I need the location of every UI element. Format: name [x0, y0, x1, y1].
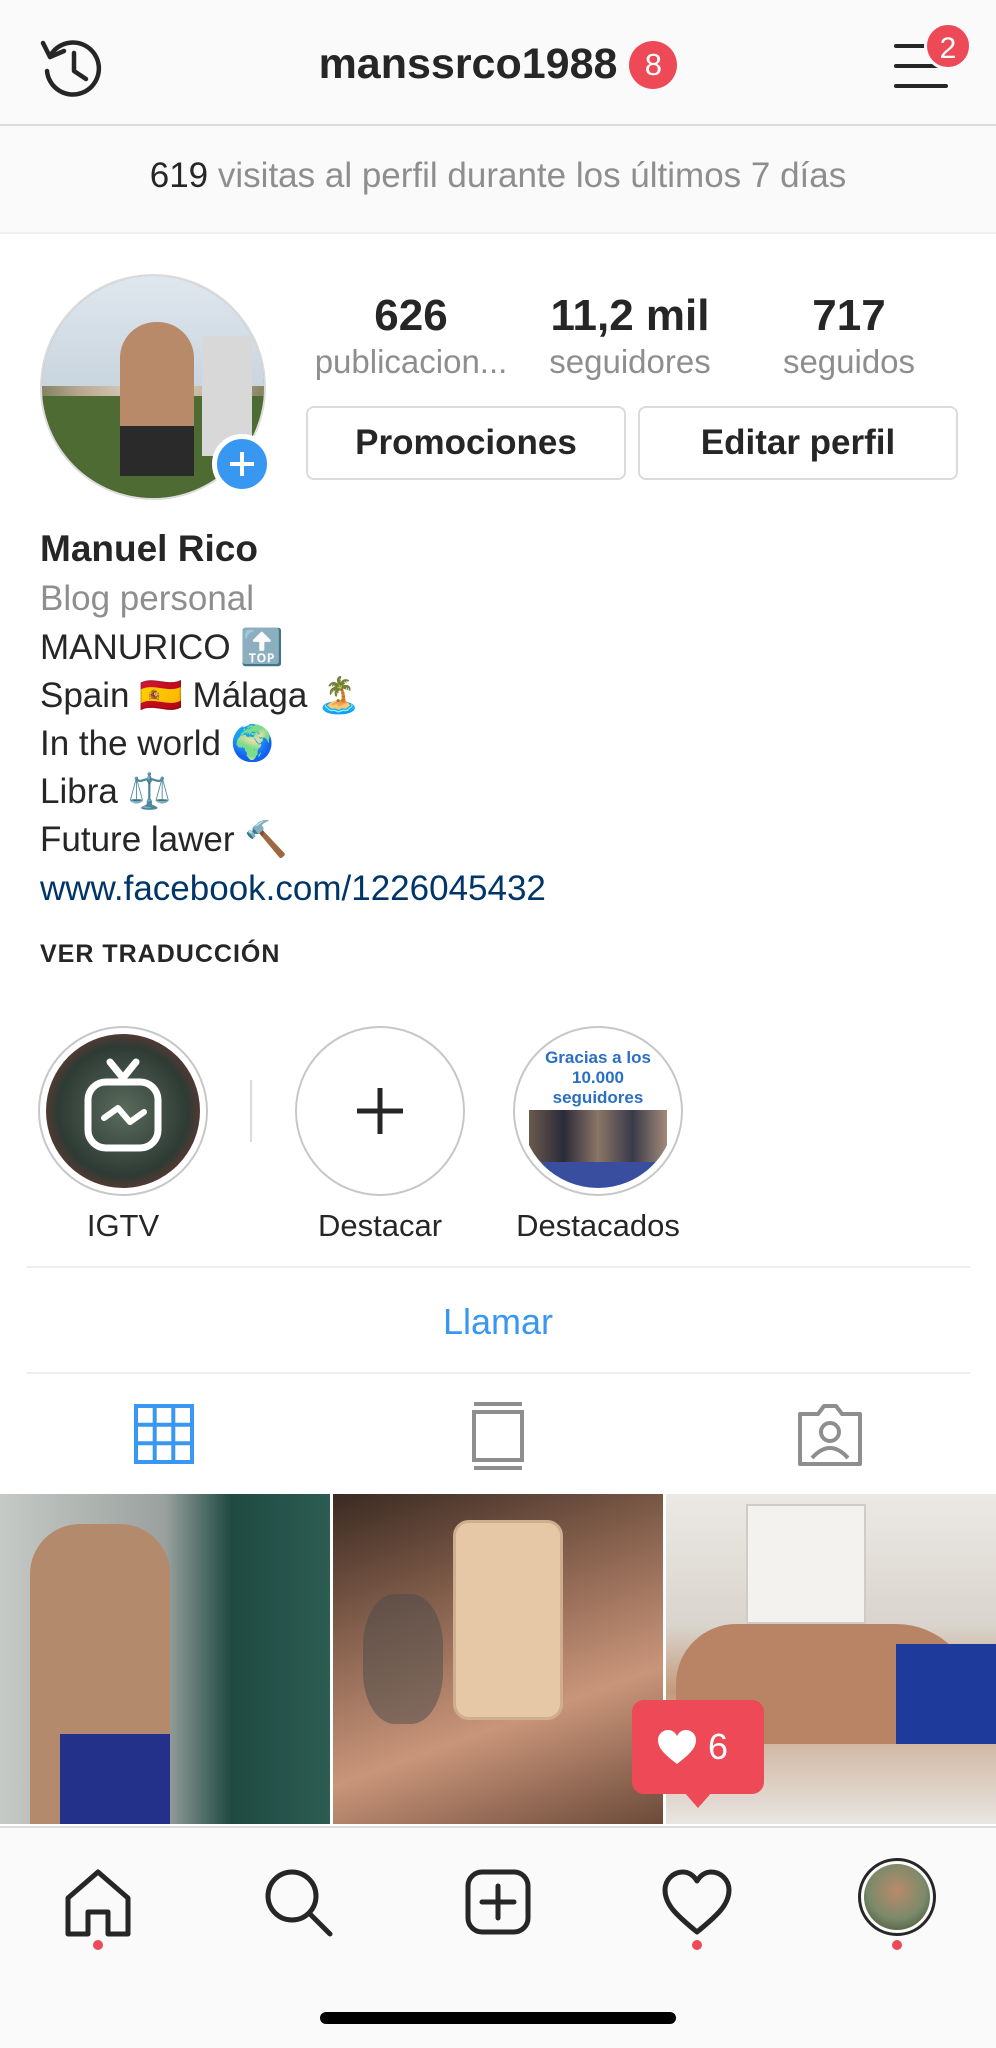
- divider: [26, 1372, 970, 1374]
- highlight-label: IGTV: [86, 1208, 160, 1243]
- add-story-icon[interactable]: [212, 434, 272, 494]
- like-count: 6: [708, 1726, 729, 1767]
- profile-visits-insight[interactable]: 619 visitas al perfil durante los último…: [0, 126, 996, 234]
- highlight-ring: [38, 1026, 208, 1196]
- posts-label: publicacion...: [314, 343, 508, 380]
- new-post-icon[interactable]: [458, 1862, 538, 1942]
- plus-icon: [357, 1088, 403, 1134]
- profile-activity-dot: [892, 1940, 902, 1950]
- bio-line: MANURICO 🔝: [40, 628, 284, 667]
- highlight-ring: [295, 1026, 465, 1196]
- highlight-label: Destacados: [516, 1208, 680, 1243]
- post-thumbnail[interactable]: [333, 1494, 663, 1824]
- highlight-new[interactable]: Destacar: [295, 1026, 465, 1246]
- posts-count: 626: [374, 291, 448, 340]
- following-label: seguidos: [782, 343, 916, 380]
- home-icon[interactable]: [58, 1862, 138, 1942]
- post-thumbnail[interactable]: [0, 1494, 330, 1824]
- feed-view-tab-icon[interactable]: [458, 1394, 538, 1474]
- profile-category: Blog personal: [40, 579, 255, 618]
- bio-line: Spain 🇪🇸 Málaga 🏝️: [40, 676, 361, 715]
- heart-icon: [658, 1730, 696, 1764]
- profile-website-link[interactable]: www.facebook.com/1226045432: [40, 864, 940, 914]
- profile-tab-avatar[interactable]: [858, 1858, 936, 1936]
- followers-count: 11,2 mil: [550, 291, 710, 340]
- username-switcher[interactable]: manssrco1988 8: [0, 40, 996, 89]
- igtv-icon: [84, 1058, 162, 1152]
- divider: [26, 1266, 970, 1268]
- profile-name: Manuel Rico: [40, 528, 258, 569]
- like-notification-popup[interactable]: 6: [632, 1700, 764, 1808]
- call-button[interactable]: Llamar: [0, 1270, 996, 1374]
- visits-text: visitas al perfil durante los últimos 7 …: [217, 156, 847, 195]
- bio-line: Libra ⚖️: [40, 772, 172, 811]
- activity-dot: [692, 1940, 702, 1950]
- menu-notification-badge: 2: [924, 22, 972, 70]
- top-bar: manssrco1988 8 2: [0, 0, 996, 126]
- followers-label: seguidores: [549, 343, 711, 380]
- activity-heart-icon[interactable]: [657, 1862, 737, 1942]
- highlight-destacados[interactable]: Gracias a los 10.000 seguidores Destacad…: [513, 1026, 683, 1246]
- bio-line: In the world 🌍: [40, 724, 275, 763]
- edit-profile-button[interactable]: Editar perfil: [638, 406, 958, 480]
- stat-posts[interactable]: 626 publicacion...: [306, 290, 516, 382]
- grid-view-tab-icon[interactable]: [124, 1394, 204, 1474]
- highlight-igtv[interactable]: IGTV: [38, 1026, 208, 1246]
- home-indicator: [320, 2012, 676, 2024]
- visits-count: 619: [149, 156, 209, 195]
- highlights-divider: [250, 1080, 252, 1142]
- account-notification-badge: 8: [629, 40, 678, 89]
- highlight-label: Destacar: [317, 1208, 443, 1243]
- highlight-ring: Gracias a los 10.000 seguidores: [513, 1026, 683, 1196]
- bio-line: Future lawer 🔨: [40, 820, 288, 859]
- stat-following[interactable]: 717 seguidos: [754, 290, 944, 382]
- search-icon[interactable]: [258, 1862, 338, 1942]
- home-activity-dot: [93, 1940, 103, 1950]
- profile-bio: Manuel Rico Blog personal MANURICO 🔝 Spa…: [40, 524, 940, 914]
- username: manssrco1988: [318, 40, 618, 88]
- highlight-cover-text: Gracias a los 10.000 seguidores: [545, 1048, 651, 1107]
- promotions-button[interactable]: Promociones: [306, 406, 626, 480]
- tagged-photos-tab-icon[interactable]: [790, 1394, 870, 1474]
- following-count: 717: [812, 291, 886, 340]
- see-translation-button[interactable]: VER TRADUCCIÓN: [40, 940, 280, 969]
- stat-followers[interactable]: 11,2 mil seguidores: [530, 290, 730, 382]
